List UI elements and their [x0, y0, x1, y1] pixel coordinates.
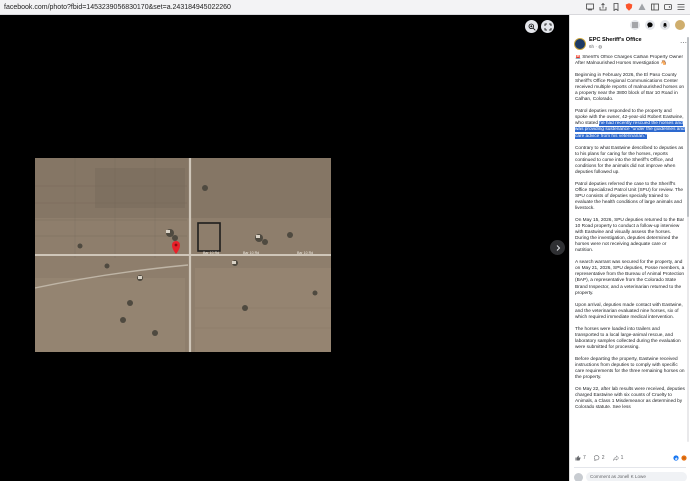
- reaction-icons[interactable]: [673, 455, 687, 461]
- wallet-icon[interactable]: [664, 3, 672, 11]
- grid-icon[interactable]: [630, 20, 640, 30]
- panel-scrollbar[interactable]: [687, 37, 689, 442]
- photo-viewer: Bar 10 Rd Bar 10 Rd Bar 10 Rd: [0, 15, 569, 481]
- post-title-line: 🚨 Sheriff's Office Charges Calhan Proper…: [575, 55, 684, 67]
- comment-count[interactable]: 2: [593, 455, 605, 461]
- bell-icon[interactable]: [660, 20, 670, 30]
- panel-top-bar: [570, 15, 690, 35]
- comment-composer: Comment as Jonell K Lowe: [574, 471, 687, 481]
- address-bar[interactable]: facebook.com/photo?fbid=1453239056830170…: [0, 4, 586, 11]
- post-paragraph: Upon arrival, deputies made contact with…: [575, 302, 683, 320]
- page-avatar[interactable]: [574, 38, 586, 50]
- divider: [574, 467, 686, 468]
- like-icon: [575, 455, 581, 461]
- brave-shield-icon[interactable]: [625, 3, 633, 11]
- menu-icon[interactable]: [677, 3, 685, 11]
- comment-icon: [593, 455, 600, 461]
- post-paragraph: On May 22, after lab results were receiv…: [575, 387, 685, 411]
- like-reaction-icon: [673, 455, 679, 461]
- road-label: Bar 10 Rd: [203, 251, 219, 255]
- post-meta: EPC Sheriff's Office 6h · ◍: [589, 37, 642, 55]
- next-arrow-icon: [556, 244, 560, 251]
- scrollbar-thumb[interactable]: [687, 37, 689, 217]
- post-text: 🚨 Sheriff's Office Charges Calhan Proper…: [575, 55, 685, 443]
- post-paragraphs: Beginning in February 2026, the El Paso …: [575, 73, 685, 411]
- share-count[interactable]: 1: [612, 455, 623, 461]
- more-options-icon[interactable]: ⋯: [680, 39, 687, 47]
- post-paragraph: Contrary to what Eastwine described to d…: [575, 145, 684, 175]
- next-photo-button[interactable]: [550, 240, 565, 255]
- post-paragraph: The horses were loaded into trailers and…: [575, 326, 681, 350]
- fullscreen-button[interactable]: [541, 20, 554, 33]
- aerial-map-photo: Bar 10 Rd Bar 10 Rd Bar 10 Rd: [35, 158, 331, 352]
- post-panel: EPC Sheriff's Office 6h · ◍ ⋯ 🚨 Sheriff'…: [569, 15, 690, 481]
- commenter-avatar: [574, 472, 583, 481]
- brave-rewards-icon[interactable]: [638, 3, 646, 11]
- post-paragraph: A search warrant was secured for the pro…: [575, 260, 685, 296]
- zoom-in-button[interactable]: [525, 20, 538, 33]
- sidebar-icon[interactable]: [651, 3, 659, 11]
- profile-avatar[interactable]: [675, 20, 685, 30]
- messenger-icon[interactable]: [645, 20, 655, 30]
- post-paragraph: Patrol deputies responded to the propert…: [575, 109, 685, 139]
- share-arrow-icon: [612, 455, 619, 461]
- zoom-in-icon: [528, 23, 536, 31]
- fullscreen-icon: [544, 23, 551, 30]
- post-paragraph: Patrol deputies referred the case to the…: [575, 181, 684, 211]
- post-time[interactable]: 6h · ◍: [589, 44, 642, 50]
- globe-icon: ◍: [598, 44, 603, 49]
- comment-input[interactable]: Comment as Jonell K Lowe: [586, 472, 687, 481]
- page-name[interactable]: EPC Sheriff's Office: [589, 37, 642, 43]
- post-paragraph: Before departing the property, Eastwine …: [575, 356, 685, 381]
- post-header: EPC Sheriff's Office 6h · ◍ ⋯: [574, 37, 687, 55]
- post-paragraph: On May 15, 2026, SPU deputies returned t…: [575, 218, 685, 254]
- road-label: Bar 10 Rd: [243, 251, 259, 255]
- angry-reaction-icon: [681, 455, 687, 461]
- post-paragraph: Beginning in February 2026, the El Paso …: [575, 73, 685, 103]
- browser-toolbar: facebook.com/photo?fbid=1453239056830170…: [0, 0, 690, 15]
- browser-actions: [586, 3, 690, 11]
- engagement-bar: 7 2 1: [575, 453, 687, 463]
- share-icon[interactable]: [599, 3, 607, 11]
- like-count[interactable]: 7: [575, 455, 586, 461]
- road-label: Bar 10 Rd: [297, 251, 313, 255]
- screen-mirror-icon[interactable]: [586, 3, 594, 11]
- bookmark-icon[interactable]: [612, 3, 620, 11]
